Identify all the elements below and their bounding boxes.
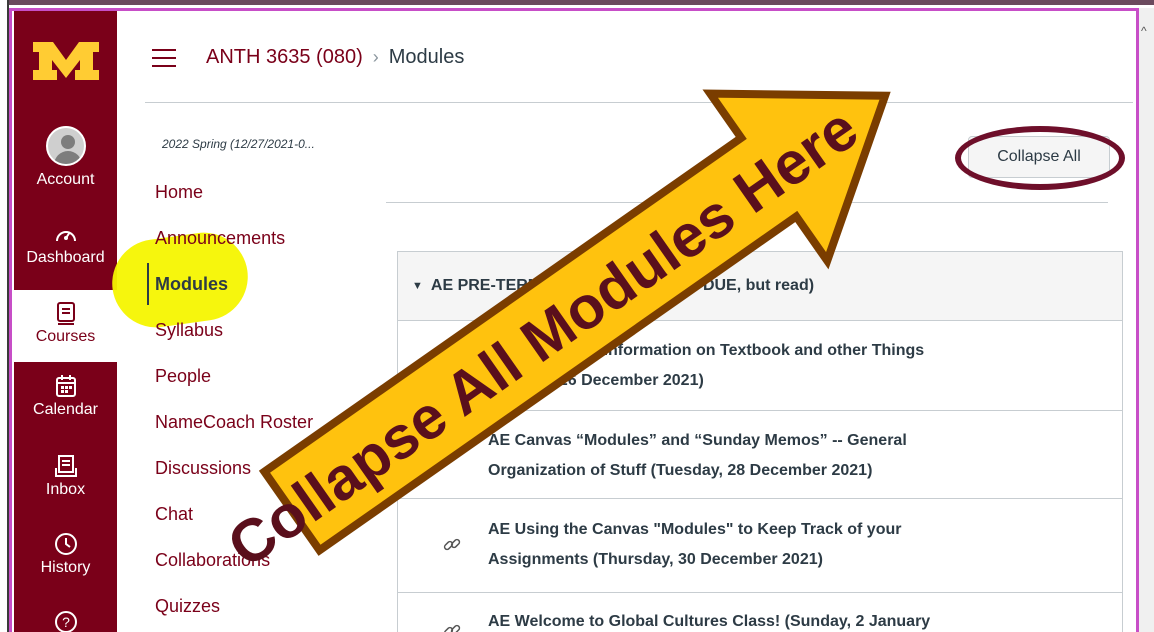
nav-courses[interactable]: Courses (14, 290, 117, 362)
inbox-icon (54, 451, 77, 481)
module-item[interactable]: AE Welcome to Global Cultures Class! (Su… (398, 593, 1122, 632)
user-avatar-icon (45, 121, 86, 171)
breadcrumb-separator-icon: › (372, 47, 379, 67)
breadcrumb-current: Modules (388, 46, 465, 68)
link-icon (443, 538, 461, 551)
module-item[interactable]: AE Greetings - Information on Textbook a… (398, 321, 1122, 411)
university-logo[interactable] (14, 11, 117, 111)
annotation-circle (955, 126, 1125, 190)
content-divider (386, 202, 1108, 203)
nav-courses-label: Courses (35, 328, 96, 345)
dashboard-gauge-icon (54, 219, 78, 249)
link-icon (443, 624, 461, 632)
book-icon (56, 298, 76, 328)
nav-calendar[interactable]: Calendar (14, 371, 117, 441)
breadcrumb-course-link[interactable]: ANTH 3635 (080) (206, 46, 363, 69)
module-panel: ▼ AE PRE-TERM s2022 MEMOS (NOT DUE, but … (397, 251, 1123, 632)
course-nav-people[interactable]: People (155, 366, 211, 387)
link-icon (443, 448, 461, 461)
module-item[interactable]: AE Canvas “Modules” and “Sunday Memos” -… (398, 411, 1122, 499)
hamburger-menu-icon[interactable] (152, 49, 176, 67)
scroll-up-icon[interactable]: ^ (1141, 24, 1147, 38)
module-title: AE PRE-TERM s2022 MEMOS (NOT DUE, but re… (430, 277, 815, 294)
header-divider (145, 102, 1133, 103)
course-nav-syllabus[interactable]: Syllabus (155, 320, 223, 341)
course-nav-discussions[interactable]: Discussions (155, 458, 251, 479)
nav-account-label: Account (36, 171, 95, 188)
module-item-title: AE Using the Canvas "Modules" to Keep Tr… (488, 521, 902, 568)
course-nav-collaborations[interactable]: Collaborations (155, 550, 270, 571)
term-label: 2022 Spring (12/27/2021-0... (162, 137, 315, 151)
calendar-icon (55, 371, 77, 401)
caret-down-icon: ▼ (412, 280, 423, 292)
link-icon (443, 359, 461, 372)
course-nav-quizzes[interactable]: Quizzes (155, 596, 220, 617)
global-navigation: Account Dashboard Courses Calendar Inbox… (14, 11, 117, 632)
nav-account[interactable]: Account (14, 121, 117, 205)
vertical-scrollbar[interactable] (1139, 8, 1154, 632)
nav-history-label: History (40, 559, 91, 576)
course-nav-modules[interactable]: Modules (155, 274, 228, 295)
course-nav-announcements[interactable]: Announcements (155, 228, 285, 249)
module-item-title: AE Canvas “Modules” and “Sunday Memos” -… (488, 432, 907, 479)
nav-dashboard[interactable]: Dashboard (14, 219, 117, 289)
nav-calendar-label: Calendar (33, 401, 98, 418)
module-header[interactable]: ▼ AE PRE-TERM s2022 MEMOS (NOT DUE, but … (398, 252, 1122, 321)
module-item[interactable]: AE Using the Canvas "Modules" to Keep Tr… (398, 499, 1122, 593)
nav-history[interactable]: History (14, 529, 117, 599)
window-top-border (0, 0, 1154, 5)
nav-dashboard-label: Dashboard (26, 249, 105, 266)
course-nav-home[interactable]: Home (155, 182, 203, 203)
help-icon: ? (54, 607, 78, 632)
module-item-title: AE Welcome to Global Cultures Class! (Su… (488, 613, 931, 630)
active-indicator (147, 263, 149, 305)
nav-inbox-label: Inbox (45, 481, 86, 498)
clock-icon (54, 529, 78, 559)
course-nav-namecoach-roster[interactable]: NameCoach Roster (155, 412, 313, 433)
breadcrumb: ANTH 3635 (080) › Modules (206, 46, 464, 69)
svg-text:?: ? (62, 614, 70, 630)
nav-help[interactable]: ? (14, 607, 117, 632)
window-left-border (0, 0, 9, 632)
course-nav-chat[interactable]: Chat (155, 504, 193, 525)
nav-inbox[interactable]: Inbox (14, 451, 117, 521)
module-item-title: AE Greetings - Information on Textbook a… (488, 342, 925, 389)
